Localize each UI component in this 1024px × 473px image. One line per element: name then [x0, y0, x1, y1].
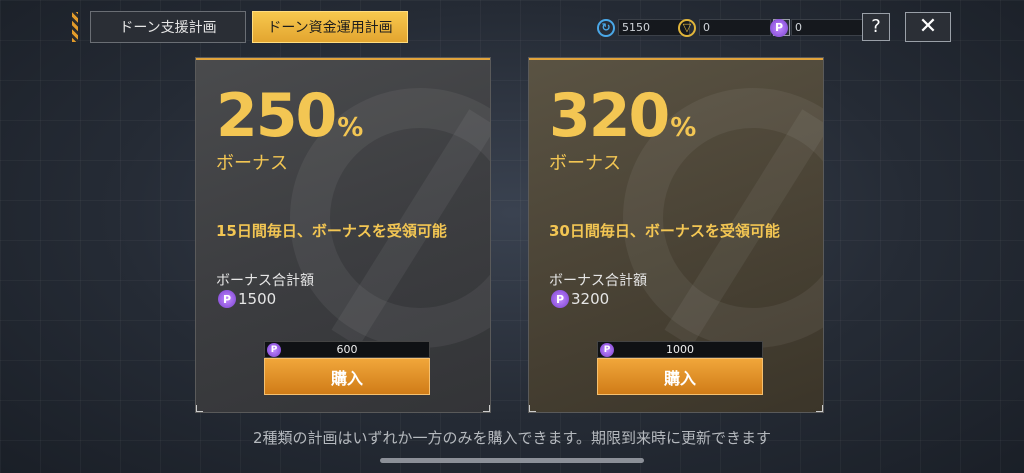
- tab-edge-decoration: [72, 12, 78, 42]
- card-corner: [529, 405, 536, 412]
- blue-coin-icon: ↻: [597, 18, 615, 37]
- resource-value: 0: [699, 19, 771, 36]
- price-bar: P 1000: [597, 341, 763, 358]
- purple-p-coin-icon: P: [267, 342, 281, 357]
- plan-card-2: 320% ボーナス 30日間毎日、ボーナスを受領可能 ボーナス合計額 P 320…: [528, 57, 824, 413]
- price-value: 1000: [666, 343, 694, 356]
- card-corner: [196, 405, 203, 412]
- price-value: 600: [336, 343, 358, 356]
- plan-description: 30日間毎日、ボーナスを受領可能: [549, 222, 780, 240]
- total-bonus-label: ボーナス合計額: [549, 273, 647, 289]
- plan-notice: 2種類の計画はいずれか一方のみを購入できます。期限到来時に更新できます: [252, 429, 772, 447]
- tab-dawn-fund-plan[interactable]: ドーン資金運用計画: [252, 11, 408, 43]
- tab-dawn-support-plan[interactable]: ドーン支援計画: [90, 11, 246, 43]
- bonus-percent: 250%: [216, 81, 363, 151]
- resource-blue-coin: ↻ 5150: [597, 17, 690, 38]
- help-button[interactable]: ?: [862, 13, 890, 41]
- buy-button[interactable]: 購入: [597, 358, 763, 395]
- card-top-accent: [529, 58, 823, 60]
- plan-description: 15日間毎日、ボーナスを受領可能: [216, 222, 447, 240]
- price-bar: P 600: [264, 341, 430, 358]
- bonus-label: ボーナス: [549, 153, 621, 174]
- close-button[interactable]: ✕: [905, 12, 951, 42]
- gold-coin-icon: ▽: [678, 18, 696, 37]
- total-bonus-value: P 1500: [218, 290, 276, 308]
- card-top-accent: [196, 58, 490, 60]
- background-grid: [0, 0, 1024, 473]
- home-indicator-bar[interactable]: [380, 458, 644, 463]
- card-corner: [816, 405, 823, 412]
- plan-card-1: 250% ボーナス 15日間毎日、ボーナスを受領可能 ボーナス合計額 P 150…: [195, 57, 491, 413]
- purple-p-coin-icon: P: [551, 290, 569, 308]
- bonus-label: ボーナス: [216, 153, 288, 174]
- buy-button[interactable]: 購入: [264, 358, 430, 395]
- total-bonus-value: P 3200: [551, 290, 609, 308]
- resource-value: 0: [791, 19, 863, 36]
- bonus-percent: 320%: [549, 81, 696, 151]
- purple-p-coin-icon: P: [600, 342, 614, 357]
- purple-p-coin-icon: P: [770, 18, 788, 37]
- card-corner: [483, 405, 490, 412]
- purple-p-coin-icon: P: [218, 290, 236, 308]
- total-bonus-label: ボーナス合計額: [216, 273, 314, 289]
